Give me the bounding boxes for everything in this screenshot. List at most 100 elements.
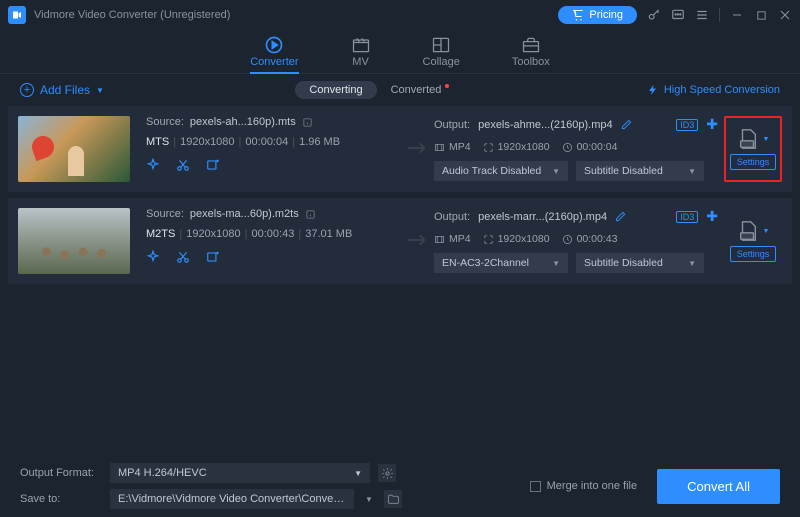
mv-icon — [351, 35, 371, 55]
id3-button[interactable]: ID3 — [676, 119, 698, 131]
output-format-button[interactable]: ▼ — [737, 220, 770, 242]
mode-converting[interactable]: Converting — [295, 81, 376, 99]
settings-button[interactable]: Settings — [730, 154, 777, 170]
app-logo — [8, 6, 26, 24]
info-icon[interactable] — [302, 117, 313, 128]
titlebar: Vidmore Video Converter (Unregistered) P… — [0, 0, 800, 30]
source-meta: MTS|1920x1080|00:00:04|1.96 MB — [146, 136, 390, 148]
tab-mv[interactable]: MV — [351, 35, 371, 73]
pricing-button[interactable]: Pricing — [558, 6, 637, 24]
format-badge: MTS — [146, 136, 169, 148]
format-badge: M2TS — [146, 228, 175, 240]
pricing-label: Pricing — [589, 9, 623, 21]
add-files-button[interactable]: + Add Files ▼ — [20, 83, 104, 97]
chevron-down-icon: ▼ — [552, 167, 560, 176]
source-label: Source: — [146, 208, 184, 220]
merge-checkbox[interactable]: Merge into one file — [530, 480, 638, 492]
add-output-icon[interactable]: ✚ — [706, 208, 718, 225]
chevron-down-icon: ▼ — [552, 259, 560, 268]
tab-mv-label: MV — [352, 56, 369, 68]
edit-effects-icon[interactable] — [146, 250, 160, 264]
resolution-icon — [483, 234, 494, 245]
resolution-icon — [483, 142, 494, 153]
mode-converted[interactable]: Converted — [377, 81, 456, 99]
arrow-icon — [408, 233, 434, 250]
browse-folder-icon[interactable] — [384, 490, 402, 508]
subtitle-dropdown[interactable]: Subtitle Disabled▼ — [576, 253, 704, 273]
enhance-icon[interactable] — [206, 158, 220, 172]
save-to-dropdown[interactable]: E:\Vidmore\Vidmore Video Converter\Conve… — [110, 489, 354, 509]
file-format-icon — [737, 128, 759, 150]
source-meta: M2TS|1920x1080|00:00:43|37.01 MB — [146, 228, 390, 240]
edit-effects-icon[interactable] — [146, 158, 160, 172]
key-icon[interactable] — [647, 8, 661, 22]
audio-track-dropdown[interactable]: Audio Track Disabled▼ — [434, 161, 568, 181]
add-output-icon[interactable]: ✚ — [706, 116, 718, 133]
toolbox-icon — [521, 35, 541, 55]
film-icon — [434, 234, 445, 245]
high-speed-label: High Speed Conversion — [664, 84, 780, 96]
divider — [719, 8, 720, 22]
output-filename: pexels-ahme...(2160p).mp4 — [478, 119, 613, 131]
save-to-chevron[interactable]: ▼ — [362, 490, 376, 508]
settings-button[interactable]: Settings — [730, 246, 777, 262]
info-icon[interactable] — [305, 209, 316, 220]
minimize-button[interactable] — [730, 8, 744, 22]
maximize-button[interactable] — [754, 8, 768, 22]
thumbnail[interactable] — [18, 116, 130, 182]
chevron-down-icon: ▼ — [763, 228, 770, 235]
checkbox-icon — [530, 481, 541, 492]
high-speed-button[interactable]: High Speed Conversion — [647, 84, 780, 96]
chevron-down-icon: ▼ — [96, 86, 104, 95]
chevron-down-icon: ▼ — [688, 259, 696, 268]
subbar: + Add Files ▼ Converting Converted High … — [0, 74, 800, 106]
chevron-down-icon: ▼ — [688, 167, 696, 176]
tab-toolbox[interactable]: Toolbox — [512, 35, 550, 73]
notification-dot — [445, 84, 449, 88]
window-title: Vidmore Video Converter (Unregistered) — [34, 9, 558, 21]
format-settings: ▼ Settings — [724, 208, 782, 274]
menu-icon[interactable] — [695, 8, 709, 22]
id3-button[interactable]: ID3 — [676, 211, 698, 223]
enhance-icon[interactable] — [206, 250, 220, 264]
arrow-icon — [408, 141, 434, 158]
output-label: Output: — [434, 211, 470, 223]
output-format-dropdown[interactable]: MP4 H.264/HEVC▼ — [110, 463, 370, 483]
convert-all-button[interactable]: Convert All — [657, 469, 780, 504]
source-filename: pexels-ah...160p).mts — [190, 116, 296, 128]
mode-tabs: Converting Converted — [295, 81, 455, 99]
tab-converter[interactable]: Converter — [250, 35, 298, 73]
cut-icon[interactable] — [176, 158, 190, 172]
thumbnail[interactable] — [18, 208, 130, 274]
feedback-icon[interactable] — [671, 8, 685, 22]
output-label: Output: — [434, 119, 470, 131]
add-files-label: Add Files — [40, 83, 90, 97]
cut-icon[interactable] — [176, 250, 190, 264]
cart-icon — [572, 9, 584, 21]
output-format-label: Output Format: — [20, 467, 102, 479]
collage-icon — [431, 35, 451, 55]
output-format-button[interactable]: ▼ — [737, 128, 770, 150]
chevron-down-icon: ▼ — [763, 136, 770, 143]
merge-label: Merge into one file — [547, 480, 638, 492]
close-button[interactable] — [778, 8, 792, 22]
item-actions — [146, 158, 390, 172]
audio-track-dropdown[interactable]: EN-AC3-2Channel▼ — [434, 253, 568, 273]
subtitle-dropdown[interactable]: Subtitle Disabled▼ — [576, 161, 704, 181]
pencil-icon[interactable] — [621, 119, 632, 130]
output-filename: pexels-marr...(2160p).mp4 — [478, 211, 607, 223]
file-format-icon — [737, 220, 759, 242]
tab-toolbox-label: Toolbox — [512, 56, 550, 68]
tab-converter-label: Converter — [250, 56, 298, 68]
source-label: Source: — [146, 116, 184, 128]
clock-icon — [562, 234, 573, 245]
titlebar-icons — [647, 8, 792, 22]
file-item: Source: pexels-ah...160p).mts MTS|1920x1… — [8, 106, 792, 192]
output-column: Output: pexels-marr...(2160p).mp4 ID3 ✚ … — [434, 208, 718, 274]
pencil-icon[interactable] — [615, 211, 626, 222]
tab-collage[interactable]: Collage — [423, 35, 460, 73]
main-nav: Converter MV Collage Toolbox — [0, 30, 800, 74]
film-icon — [434, 142, 445, 153]
format-settings-icon[interactable] — [378, 464, 396, 482]
converter-icon — [264, 35, 284, 55]
